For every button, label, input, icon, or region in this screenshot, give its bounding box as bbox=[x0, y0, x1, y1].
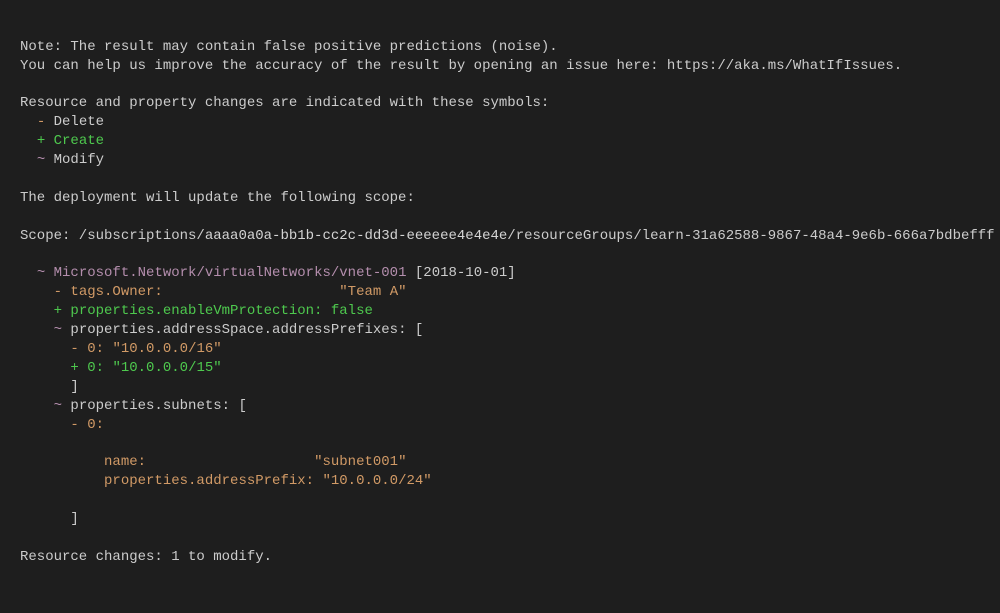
scope-prefix: Scope: /subscriptions/ bbox=[20, 228, 205, 244]
subnet-delete-symbol: - bbox=[70, 417, 78, 433]
note-line-2: You can help us improve the accuracy of … bbox=[20, 58, 902, 74]
create-symbol: + bbox=[37, 133, 45, 149]
scope-header: The deployment will update the following… bbox=[20, 190, 415, 206]
summary-line: Resource changes: 1 to modify. bbox=[20, 549, 272, 565]
addr-create-symbol: + bbox=[70, 360, 78, 376]
symbols-header: Resource and property changes are indica… bbox=[20, 95, 549, 111]
tags-delete-symbol: - bbox=[54, 284, 62, 300]
subnets-close-bracket: ] bbox=[70, 511, 78, 527]
addr-create-value: "10.0.0.0/15" bbox=[112, 360, 221, 376]
enablevm-key: properties.enableVmProtection: bbox=[70, 303, 322, 319]
addr-delete-value: "10.0.0.0/16" bbox=[112, 341, 221, 357]
addrspace-open-bracket: [ bbox=[415, 322, 423, 338]
subnet-prefix-key: properties.addressPrefix: bbox=[104, 473, 314, 489]
enablevm-value: false bbox=[331, 303, 373, 319]
scope-suffix: /resourceGroups/learn-31a62588-9867-48a4… bbox=[507, 228, 994, 244]
subnet-name-key: name: bbox=[104, 454, 146, 470]
subnets-key: properties.subnets: bbox=[70, 398, 230, 414]
api-version: [2018-10-01] bbox=[415, 265, 516, 281]
tags-key: tags.Owner: bbox=[70, 284, 162, 300]
modify-symbol: ~ bbox=[37, 152, 45, 168]
subnets-open-bracket: [ bbox=[238, 398, 246, 414]
subnet-prefix-value: "10.0.0.0/24" bbox=[322, 473, 431, 489]
create-label: Create bbox=[54, 133, 104, 149]
subnet-idx: 0: bbox=[87, 417, 104, 433]
delete-symbol: - bbox=[37, 114, 45, 130]
subnets-modify-symbol: ~ bbox=[54, 398, 62, 414]
delete-label: Delete bbox=[54, 114, 104, 130]
addr-create-idx: 0: bbox=[87, 360, 104, 376]
resource-modify-symbol: ~ bbox=[37, 265, 45, 281]
addr-delete-idx: 0: bbox=[87, 341, 104, 357]
addrspace-close-bracket: ] bbox=[70, 379, 78, 395]
resource-path: Microsoft.Network/virtualNetworks/vnet-0… bbox=[54, 265, 407, 281]
enablevm-create-symbol: + bbox=[54, 303, 62, 319]
addrspace-key: properties.addressSpace.addressPrefixes: bbox=[70, 322, 406, 338]
modify-label: Modify bbox=[54, 152, 104, 168]
subnet-name-value: "subnet001" bbox=[314, 454, 406, 470]
addr-delete-symbol: - bbox=[70, 341, 78, 357]
subscription-id: aaaa0a0a-bb1b-cc2c-dd3d-eeeeee4e4e4e bbox=[205, 228, 507, 244]
addrspace-modify-symbol: ~ bbox=[54, 322, 62, 338]
tags-value: "Team A" bbox=[339, 284, 406, 300]
note-line-1: Note: The result may contain false posit… bbox=[20, 39, 558, 55]
